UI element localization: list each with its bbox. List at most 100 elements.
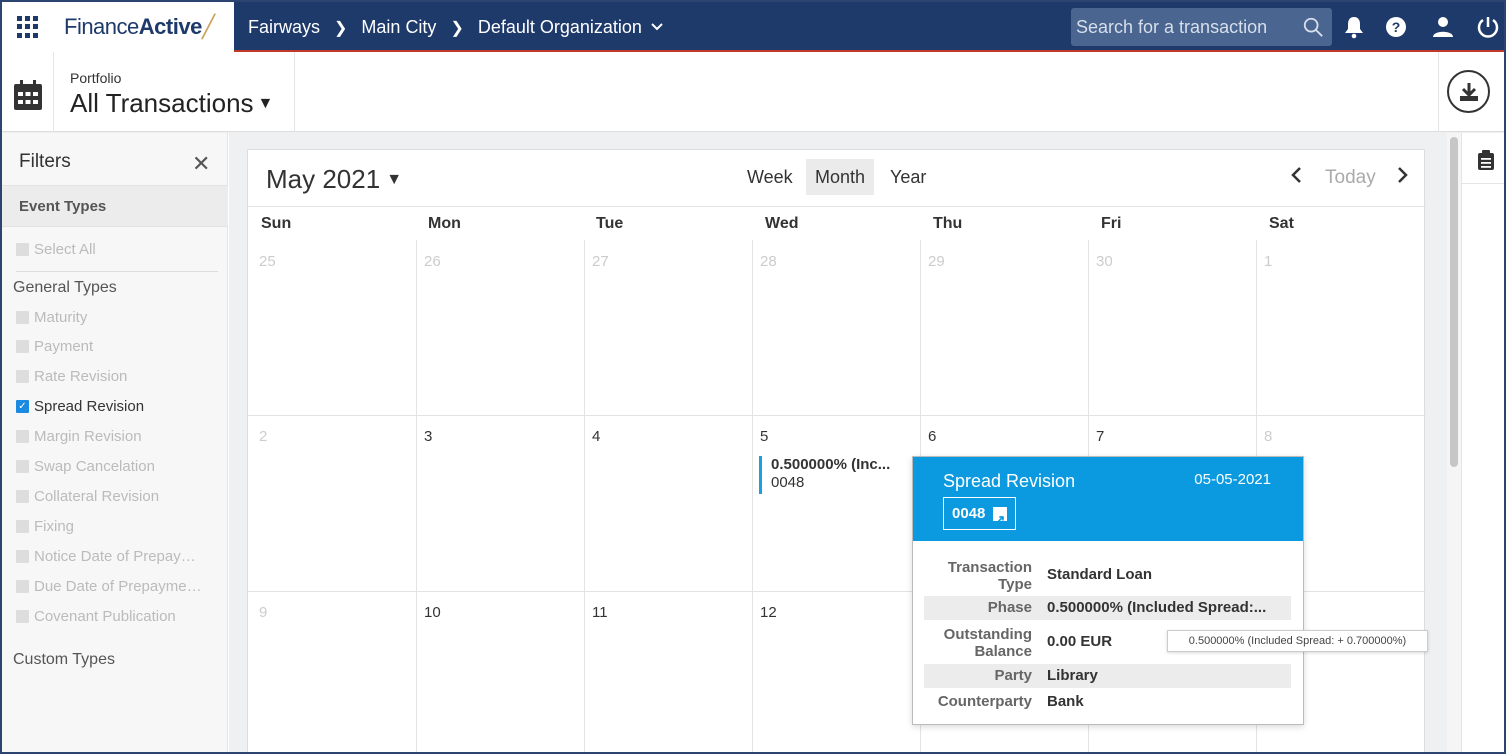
day-cell[interactable]: 29: [928, 253, 945, 270]
day-cell[interactable]: 1: [1264, 253, 1272, 270]
view-year-button[interactable]: Year: [881, 159, 935, 195]
checkbox-icon[interactable]: [16, 340, 29, 353]
day-cell[interactable]: 2: [259, 428, 267, 445]
day-cell[interactable]: 3: [424, 428, 432, 445]
popover-title: Spread Revision: [943, 471, 1076, 491]
search-input[interactable]: Search for a transaction: [1076, 17, 1267, 38]
filter-rate-revision[interactable]: Rate Revision: [16, 368, 127, 385]
view-week-button[interactable]: Week: [738, 159, 802, 195]
calendar-icon[interactable]: [13, 79, 43, 111]
search-box[interactable]: Search for a transaction: [1071, 8, 1332, 46]
day-cell[interactable]: 4: [592, 428, 600, 445]
checkbox-icon[interactable]: [16, 460, 29, 473]
clipboard-icon[interactable]: [1477, 150, 1495, 170]
scrollbar-thumb[interactable]: [1450, 137, 1458, 467]
portfolio-label: Portfolio: [70, 70, 122, 86]
filters-sidebar: Filters ✕ Event Types Select All General…: [2, 133, 228, 752]
chevron-down-icon[interactable]: [650, 21, 664, 35]
divider: [294, 52, 295, 132]
phase-tooltip: 0.500000% (Included Spread: + 0.700000%): [1167, 630, 1428, 652]
day-cell[interactable]: 12: [760, 604, 777, 621]
filter-notice-date[interactable]: Notice Date of Prepay…: [16, 548, 196, 565]
filter-maturity[interactable]: Maturity: [16, 309, 87, 326]
checkbox-icon[interactable]: [16, 311, 29, 324]
user-icon[interactable]: [1431, 15, 1455, 39]
day-cell[interactable]: 27: [592, 253, 609, 270]
close-icon[interactable]: ✕: [192, 151, 210, 177]
checkbox-icon[interactable]: [16, 370, 29, 383]
checkbox-icon[interactable]: [16, 520, 29, 533]
row-value: Bank: [1047, 693, 1084, 710]
day-cell[interactable]: 25: [259, 253, 276, 270]
filter-fixing[interactable]: Fixing: [16, 518, 74, 535]
filter-payment[interactable]: Payment: [16, 338, 93, 355]
weekday-header: Sun: [261, 215, 292, 232]
checkbox-icon[interactable]: [16, 430, 29, 443]
day-cell[interactable]: 5: [760, 428, 768, 445]
calendar-event[interactable]: 0.500000% (Inc... 0048: [759, 456, 904, 494]
day-cell[interactable]: 8: [1264, 428, 1272, 445]
event-types-header: Event Types: [2, 185, 228, 227]
grid-line: [752, 240, 753, 752]
search-icon[interactable]: [1302, 16, 1324, 38]
weekday-header: Tue: [596, 215, 624, 232]
day-cell[interactable]: 11: [592, 604, 608, 621]
help-icon[interactable]: ?: [1384, 15, 1408, 39]
checkbox-icon[interactable]: [16, 243, 29, 256]
checkbox-icon[interactable]: [16, 610, 29, 623]
day-cell[interactable]: 6: [928, 428, 936, 445]
row-value[interactable]: 0.500000% (Included Spread:...: [1047, 599, 1287, 616]
day-cell[interactable]: 28: [760, 253, 777, 270]
apps-grid-icon[interactable]: [17, 16, 39, 38]
caret-down-icon[interactable]: ▼: [386, 171, 402, 188]
filter-spread-revision[interactable]: ✓ Spread Revision: [16, 398, 144, 415]
download-button[interactable]: [1447, 70, 1490, 113]
chevron-right-icon[interactable]: [1396, 165, 1410, 191]
day-cell[interactable]: 30: [1096, 253, 1113, 270]
divider: [248, 206, 1426, 207]
filter-covenant-publication[interactable]: Covenant Publication: [16, 608, 176, 625]
power-icon[interactable]: [1476, 15, 1500, 39]
breadcrumb-item-organization[interactable]: Default Organization: [478, 17, 642, 38]
chevron-right-icon: ❯: [450, 19, 464, 37]
filter-collateral-revision[interactable]: Collateral Revision: [16, 488, 159, 505]
logo[interactable]: FinanceActive╱: [64, 14, 215, 40]
event-popover: Spread Revision 05-05-2021 0048 Transact…: [912, 456, 1304, 725]
filter-swap-cancelation[interactable]: Swap Cancelation: [16, 458, 155, 475]
checkbox-icon[interactable]: [16, 580, 29, 593]
chevron-left-icon[interactable]: [1289, 165, 1303, 191]
day-cell[interactable]: 10: [424, 604, 441, 621]
checkbox-icon[interactable]: [16, 550, 29, 563]
month-label[interactable]: May 2021: [266, 164, 380, 194]
checkbox-checked-icon[interactable]: ✓: [16, 400, 29, 413]
row-key: Party: [994, 667, 1032, 684]
chevron-right-icon: ❯: [334, 19, 348, 37]
today-button[interactable]: Today: [1325, 167, 1376, 189]
transaction-link-button[interactable]: 0048: [943, 497, 1017, 535]
filter-label: Due Date of Prepayme…: [34, 578, 202, 595]
row-key: Phase: [987, 599, 1032, 616]
day-cell[interactable]: 26: [424, 253, 441, 270]
filter-label: Spread Revision: [34, 398, 145, 415]
filter-label: Covenant Publication: [34, 608, 176, 625]
transaction-id: 0048: [952, 505, 986, 522]
filter-due-date[interactable]: Due Date of Prepayme…: [16, 578, 202, 595]
view-month-button[interactable]: Month: [806, 159, 875, 195]
breadcrumb-item-fairways[interactable]: Fairways: [248, 17, 320, 38]
month-selector[interactable]: May 2021 ▼: [266, 164, 402, 195]
bell-icon[interactable]: [1342, 15, 1366, 39]
popover-header: Spread Revision 05-05-2021 0048: [913, 457, 1303, 541]
breadcrumb-item-main-city[interactable]: Main City: [361, 17, 436, 38]
scrollbar[interactable]: [1447, 133, 1461, 752]
day-cell[interactable]: 9: [259, 604, 267, 621]
checkbox-icon[interactable]: [16, 490, 29, 503]
filter-margin-revision[interactable]: Margin Revision: [16, 428, 142, 445]
custom-types-label[interactable]: Custom Types: [13, 651, 115, 669]
select-all-checkbox[interactable]: Select All: [16, 241, 96, 258]
event-subtitle: 0048: [771, 474, 805, 491]
portfolio-title[interactable]: All Transactions: [70, 88, 254, 118]
caret-down-icon[interactable]: ▼: [258, 95, 274, 112]
portfolio-selector[interactable]: All Transactions ▼: [70, 88, 273, 119]
filters-title: Filters: [19, 151, 71, 172]
day-cell[interactable]: 7: [1096, 428, 1104, 445]
